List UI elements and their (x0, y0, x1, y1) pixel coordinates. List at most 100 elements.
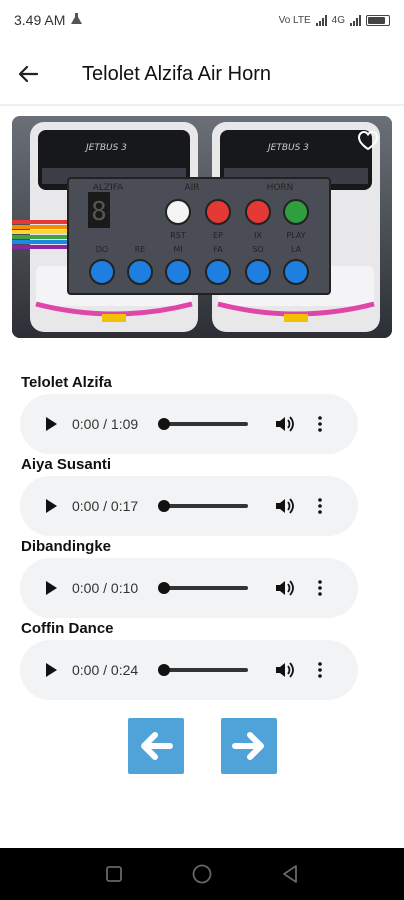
bus-brand-right: JETBUS 3 (266, 143, 309, 153)
more-vert-icon (318, 416, 322, 432)
arrow-right-icon (232, 732, 264, 760)
sound-title: Aiya Susanti (21, 456, 112, 473)
home-icon (192, 864, 212, 884)
status-bar: 3.49 AM Vo LTE 4G (0, 0, 404, 40)
sound-item: Telolet Alzifa 0:00 / 1:09 (0, 368, 404, 454)
volume-icon (276, 416, 294, 432)
sound-title: Telolet Alzifa (21, 374, 112, 391)
panel-button-re (127, 259, 153, 285)
system-back-button[interactable] (275, 859, 305, 889)
panel-button-ix (245, 199, 271, 225)
sound-item: Aiya Susanti 0:00 / 0:17 (0, 450, 404, 536)
panel-label-air: AIR (184, 183, 199, 193)
app-bar: Telolet Alzifa Air Horn (0, 48, 404, 100)
page-title: Telolet Alzifa Air Horn (82, 62, 271, 85)
more-options-button[interactable] (310, 659, 330, 681)
panel-button-ep (205, 199, 231, 225)
panel-label-so: SO (252, 245, 263, 254)
panel-button-so (245, 259, 271, 285)
play-button[interactable] (42, 661, 60, 679)
back-button[interactable] (0, 48, 56, 100)
seek-slider[interactable] (158, 664, 248, 676)
panel-label-do: DO (96, 245, 108, 254)
more-vert-icon (318, 580, 322, 596)
panel-button-fa (205, 259, 231, 285)
playback-time: 0:00 / 0:24 (72, 662, 139, 678)
volume-button[interactable] (274, 577, 296, 599)
back-icon (283, 865, 297, 883)
panel-label-rst: RST (170, 231, 186, 240)
audio-player: 0:00 / 1:09 (20, 394, 358, 454)
seek-thumb[interactable] (158, 418, 170, 430)
play-icon (46, 581, 57, 595)
signal-2-icon (350, 14, 361, 26)
volume-button[interactable] (274, 495, 296, 517)
play-icon (46, 663, 57, 677)
panel-button-rst (165, 199, 191, 225)
sound-item: Dibandingke 0:00 / 0:10 (0, 532, 404, 618)
play-button[interactable] (42, 579, 60, 597)
more-vert-icon (318, 498, 322, 514)
svg-text:8: 8 (91, 197, 107, 227)
volume-icon (276, 580, 294, 596)
playback-time: 0:00 / 0:17 (72, 498, 139, 514)
favorite-button[interactable] (354, 126, 382, 154)
panel-label-horn: HORN (267, 183, 294, 193)
sound-list: Telolet Alzifa 0:00 / 1:09 Aiya Susanti … (0, 368, 404, 700)
panel-label-ix: IX (254, 231, 262, 240)
seek-thumb[interactable] (158, 500, 170, 512)
status-icons: Vo LTE 4G (278, 14, 390, 26)
audio-player: 0:00 / 0:24 (20, 640, 358, 700)
play-button[interactable] (42, 497, 60, 515)
play-icon (46, 499, 57, 513)
app-bar-divider (0, 104, 404, 106)
playback-time: 0:00 / 1:09 (72, 416, 139, 432)
bus-horn-illustration: 8 ALZIFA AIR HORN RST EP IX PLAY DO RE M… (12, 116, 392, 338)
volte-label: Vo LTE (278, 14, 311, 26)
playback-time: 0:00 / 0:10 (72, 580, 139, 596)
seek-slider[interactable] (158, 582, 248, 594)
flask-icon (71, 12, 83, 28)
sound-title: Dibandingke (21, 538, 112, 555)
volume-button[interactable] (274, 413, 296, 435)
more-vert-icon (318, 662, 322, 678)
hero-image: 8 ALZIFA AIR HORN RST EP IX PLAY DO RE M… (12, 116, 392, 338)
bus-brand-left: JETBUS 3 (84, 143, 127, 153)
panel-button-play (283, 199, 309, 225)
seek-slider[interactable] (158, 418, 248, 430)
audio-player: 0:00 / 0:17 (20, 476, 358, 536)
more-options-button[interactable] (310, 495, 330, 517)
battery-icon (366, 14, 390, 26)
panel-label-alzifa: ALZIFA (93, 183, 124, 193)
seek-thumb[interactable] (158, 582, 170, 594)
volume-icon (276, 498, 294, 514)
panel-button-la (283, 259, 309, 285)
seek-thumb[interactable] (158, 664, 170, 676)
previous-button[interactable] (128, 718, 184, 774)
play-button[interactable] (42, 415, 60, 433)
home-button[interactable] (187, 859, 217, 889)
more-options-button[interactable] (310, 577, 330, 599)
seek-slider[interactable] (158, 500, 248, 512)
recents-icon (106, 866, 122, 882)
status-time: 3.49 AM (14, 12, 66, 28)
more-options-button[interactable] (310, 413, 330, 435)
signal-icon (315, 14, 327, 26)
panel-label-ep: EP (213, 231, 223, 240)
panel-label-play: PLAY (286, 231, 305, 240)
sound-item: Coffin Dance 0:00 / 0:24 (0, 614, 404, 700)
arrow-left-icon (141, 732, 173, 760)
system-navigation-bar (0, 848, 404, 900)
pagination-controls (0, 718, 404, 776)
sound-title: Coffin Dance (21, 620, 114, 637)
volume-button[interactable] (274, 659, 296, 681)
next-button[interactable] (221, 718, 277, 774)
panel-button-do (89, 259, 115, 285)
network-2-label: 4G (331, 14, 345, 26)
panel-label-mi: MI (173, 245, 182, 254)
recents-button[interactable] (99, 859, 129, 889)
panel-label-fa: FA (213, 245, 223, 254)
panel-label-la: LA (291, 245, 302, 254)
audio-player: 0:00 / 0:10 (20, 558, 358, 618)
play-icon (46, 417, 57, 431)
